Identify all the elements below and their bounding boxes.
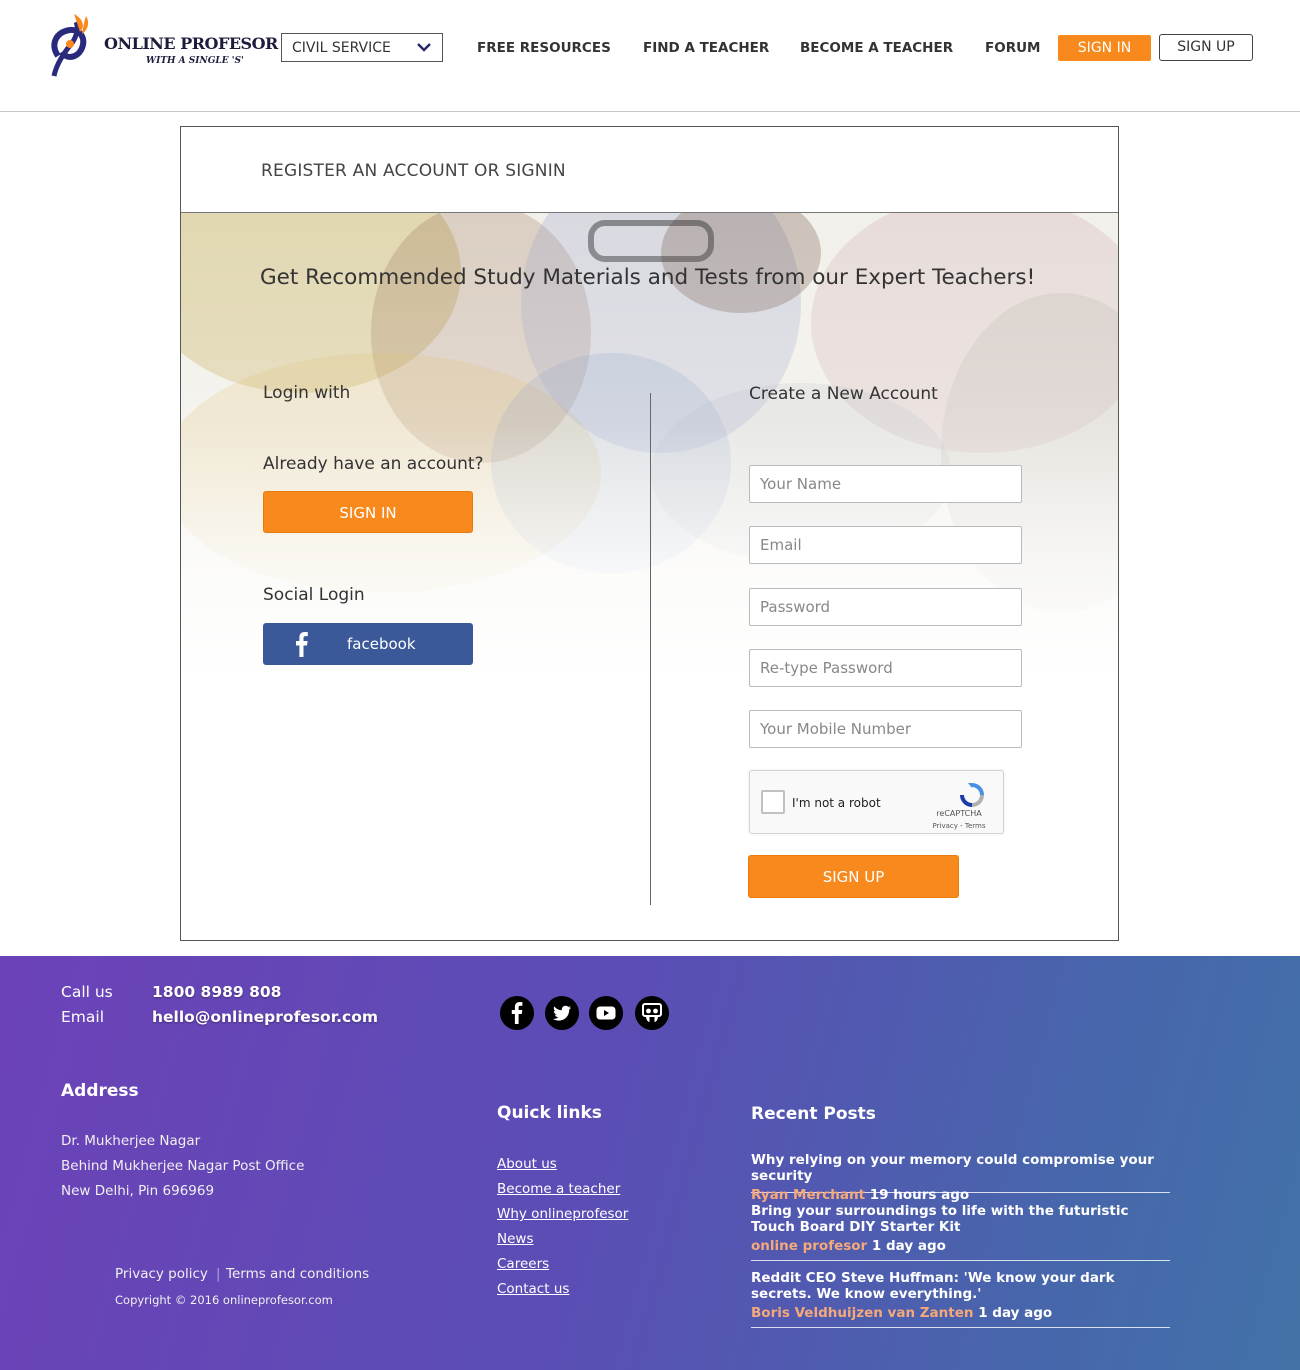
chevron-down-icon [417,43,431,52]
mobile-number-input[interactable] [749,710,1022,748]
password-input[interactable] [749,588,1022,626]
recent-post-item: Bring your surroundings to life with the… [751,1203,1170,1261]
twitter-icon [553,1005,571,1021]
site-logo[interactable]: ONLINE PROFESOR WITH A SINGLE 'S' [46,8,278,80]
exam-category-value: CIVIL SERVICE [292,40,391,56]
footer-youtube-link[interactable] [589,996,623,1030]
recaptcha-label: I'm not a robot [792,796,881,810]
call-us-label: Call us [61,983,113,1001]
login-with-heading: Login with [263,383,351,403]
header-signin-button[interactable]: SIGN IN [1058,35,1151,61]
post-title[interactable]: Bring your surroundings to life with the… [751,1203,1170,1235]
quick-link-about-us[interactable]: About us [497,1156,557,1172]
panel-header: REGISTER AN ACCOUNT OR SIGNIN [181,127,1118,213]
recent-posts-heading: Recent Posts [751,1104,876,1124]
email-input[interactable] [749,526,1022,564]
recaptcha-privacy-terms[interactable]: Privacy - Terms [925,822,993,830]
name-input[interactable] [749,465,1022,503]
slideshare-icon [642,1003,662,1022]
post-time: 1 day ago [867,1238,946,1254]
social-login-heading: Social Login [263,585,365,605]
post-author[interactable]: Ryan Merchant [751,1187,865,1203]
post-author[interactable]: Boris Veldhuijzen van Zanten [751,1305,974,1321]
post-title[interactable]: Reddit CEO Steve Huffman: 'We know your … [751,1270,1170,1302]
exam-category-dropdown[interactable]: CIVIL SERVICE [281,33,443,62]
register-signin-panel: REGISTER AN ACCOUNT OR SIGNIN Get Recomm… [180,126,1119,941]
quick-link-why-onlineprofesor[interactable]: Why onlineprofesor [497,1206,628,1222]
address-line: Dr. Mukherjee Nagar [61,1133,201,1149]
quick-link-become-teacher[interactable]: Become a teacher [497,1181,620,1197]
facebook-icon [296,632,308,657]
facebook-login-label: facebook [347,635,416,653]
recaptcha-icon [960,783,984,807]
hero-tagline: Get Recommended Study Materials and Test… [260,265,1036,290]
recent-post-item: Why relying on your memory could comprom… [751,1152,1170,1203]
facebook-icon [511,1002,523,1024]
youtube-icon [596,1006,616,1020]
nav-find-a-teacher[interactable]: FIND A TEACHER [643,40,769,56]
recent-post-item: Reddit CEO Steve Huffman: 'We know your … [751,1270,1170,1328]
address-line: Behind Mukherjee Nagar Post Office [61,1158,305,1174]
footer-separator: | [216,1267,221,1282]
post-time: 1 day ago [973,1305,1053,1321]
column-divider [650,393,651,905]
header-signup-button[interactable]: SIGN UP [1159,34,1253,61]
create-account-heading: Create a New Account [749,384,938,404]
quick-link-contact-us[interactable]: Contact us [497,1281,569,1297]
nav-become-a-teacher[interactable]: BECOME A TEACHER [800,40,953,56]
already-account-text: Already have an account? [263,454,484,474]
post-title[interactable]: Why relying on your memory could comprom… [751,1152,1170,1184]
post-time: 19 hours ago [865,1187,970,1203]
terms-link[interactable]: Terms and conditions [226,1266,369,1282]
panel-title: REGISTER AN ACCOUNT OR SIGNIN [261,161,566,181]
logo-mark-icon [51,14,89,77]
site-header: ONLINE PROFESOR WITH A SINGLE 'S' CIVIL … [0,0,1300,112]
facebook-login-button[interactable]: facebook [263,623,473,665]
site-footer: Call us 1800 8989 808 Email hello@online… [0,956,1300,1370]
footer-facebook-link[interactable] [500,996,534,1030]
address-line: New Delhi, Pin 696969 [61,1183,215,1199]
logo-tagline: WITH A SINGLE 'S' [146,56,244,66]
copyright-text: Copyright © 2016 onlineprofesor.com [115,1293,333,1307]
quick-links-heading: Quick links [497,1103,602,1123]
recaptcha-brand: reCAPTCHA [936,809,982,818]
nav-forum[interactable]: FORUM [985,40,1041,56]
address-heading: Address [61,1081,139,1101]
footer-slideshare-link[interactable] [635,996,669,1030]
phone-number[interactable]: 1800 8989 808 [152,983,281,1001]
signin-button[interactable]: SIGN IN [263,491,473,533]
quick-link-news[interactable]: News [497,1231,533,1247]
logo-title: ONLINE PROFESOR [104,34,278,53]
recaptcha-widget: I'm not a robot reCAPTCHA Privacy - Term… [749,770,1004,834]
retype-password-input[interactable] [749,649,1022,687]
email-label: Email [61,1008,105,1026]
signup-button[interactable]: SIGN UP [748,855,959,898]
footer-twitter-link[interactable] [545,996,579,1030]
recaptcha-checkbox[interactable] [761,790,785,814]
privacy-policy-link[interactable]: Privacy policy [115,1266,208,1282]
nav-free-resources[interactable]: FREE RESOURCES [477,40,611,56]
email-address[interactable]: hello@onlineprofesor.com [152,1008,378,1026]
post-author[interactable]: online profesor [751,1238,867,1254]
quick-link-careers[interactable]: Careers [497,1256,549,1272]
